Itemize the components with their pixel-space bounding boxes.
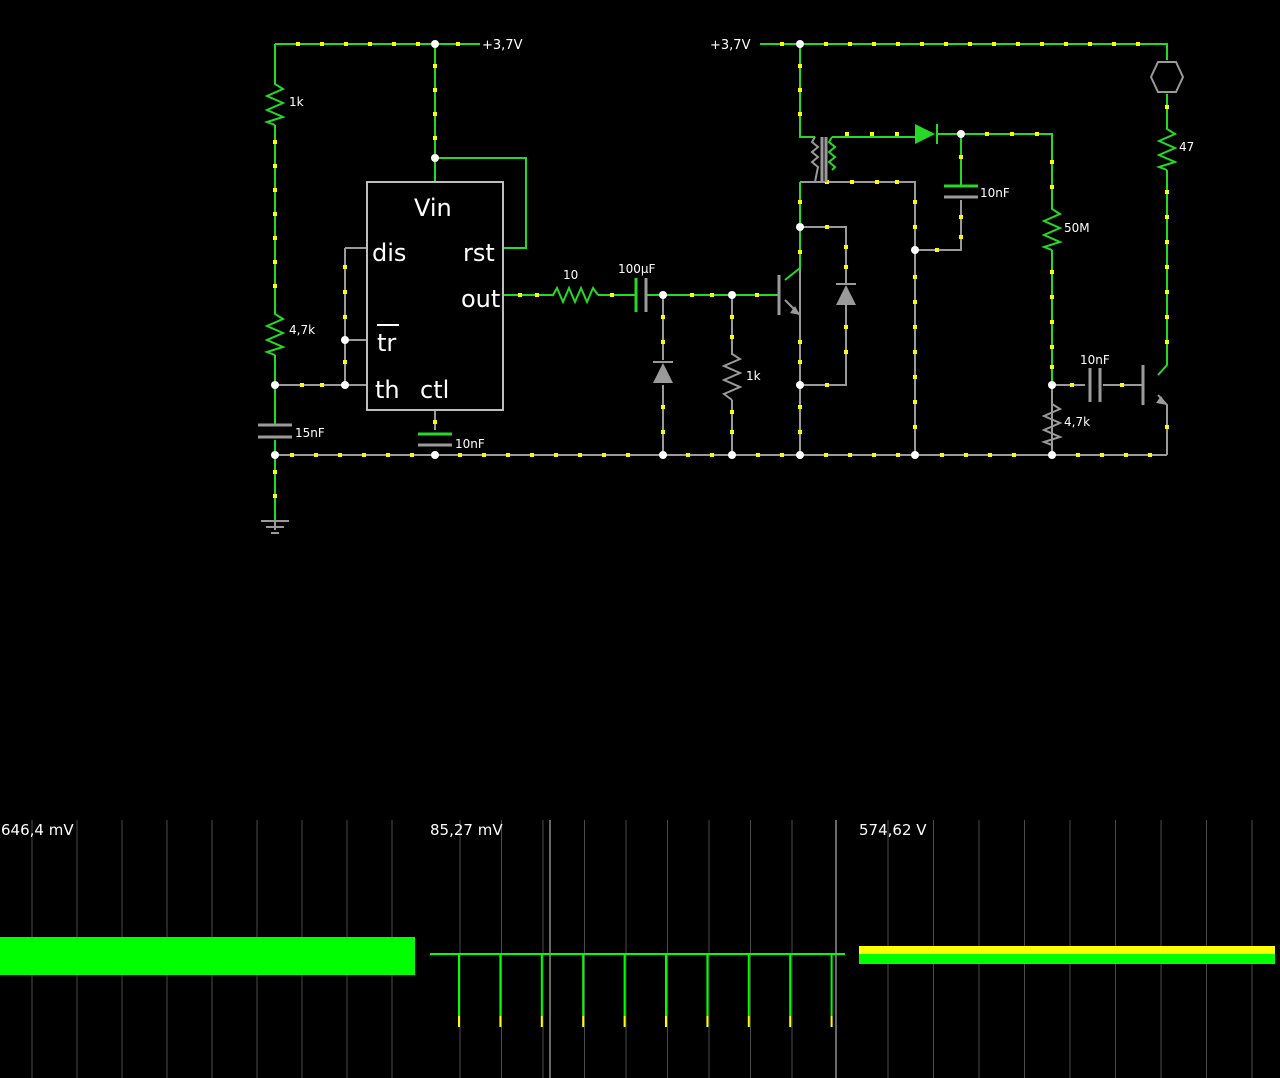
transistor-driver[interactable] bbox=[777, 275, 800, 315]
capacitor-15nf[interactable] bbox=[258, 423, 292, 439]
diode-shunt[interactable] bbox=[653, 361, 673, 383]
transformer[interactable] bbox=[810, 136, 837, 183]
label-supply-left: +3,7V bbox=[482, 38, 523, 53]
diode-clamp[interactable] bbox=[836, 283, 856, 305]
lamp[interactable] bbox=[1149, 61, 1185, 93]
label-r-lamp: 47 bbox=[1179, 140, 1194, 154]
scope-3-value: 574,62 V bbox=[859, 821, 927, 839]
label-r-mid: 4,7k bbox=[289, 323, 315, 337]
label-r-out: 10 bbox=[563, 268, 578, 282]
pin-th: th bbox=[375, 376, 400, 404]
scope-panel[interactable]: 646,4 mV 85,27 mV 574,62 V bbox=[0, 820, 1280, 1078]
label-c-hv: 10nF bbox=[980, 186, 1010, 200]
pin-rst: rst bbox=[463, 239, 495, 267]
circuit-schematic[interactable]: 1k 4,7k 10 1k 50M 47 4,7k 15nF 10nF 100µ… bbox=[0, 0, 1280, 560]
capacitor-10nf-ctl[interactable] bbox=[418, 432, 452, 447]
label-r-base: 1k bbox=[746, 369, 761, 383]
resistor-50m[interactable] bbox=[1040, 205, 1063, 251]
scope-2[interactable]: 85,27 mV bbox=[430, 821, 845, 1027]
pin-vin: Vin bbox=[414, 194, 452, 222]
label-c-ctl: 10nF bbox=[455, 437, 485, 451]
resistor-10-out[interactable] bbox=[550, 285, 599, 305]
label-c-coupling: 100µF bbox=[618, 262, 656, 276]
pin-out: out bbox=[461, 285, 500, 313]
resistor-4-7k-left[interactable] bbox=[263, 310, 286, 356]
label-supply-right: +3,7V bbox=[710, 38, 751, 53]
current-dots bbox=[273, 42, 1169, 498]
label-r-hv: 50M bbox=[1064, 221, 1090, 235]
scope-3-trace-min bbox=[859, 954, 1275, 964]
scope-2-trace bbox=[458, 954, 833, 1027]
pin-dis: dis bbox=[372, 239, 406, 267]
label-c-timing: 15nF bbox=[295, 426, 325, 440]
scope-1[interactable]: 646,4 mV bbox=[0, 821, 415, 975]
diode-hv-rectifier[interactable] bbox=[915, 124, 938, 144]
scope-3[interactable]: 574,62 V bbox=[859, 821, 1275, 964]
label-c-trig: 10nF bbox=[1080, 353, 1110, 367]
scope-1-trace bbox=[0, 937, 415, 975]
wires-active bbox=[274, 43, 1168, 520]
pin-tr: tr bbox=[377, 329, 396, 357]
resistor-1k-base[interactable] bbox=[721, 350, 743, 401]
transistor-trigger[interactable] bbox=[1141, 365, 1167, 405]
resistor-1k-top[interactable] bbox=[263, 80, 286, 126]
scope-2-value: 85,27 mV bbox=[430, 821, 503, 839]
scope-1-value: 646,4 mV bbox=[1, 821, 74, 839]
capacitor-100uf[interactable] bbox=[634, 278, 648, 312]
capacitor-10nf-hv[interactable] bbox=[944, 184, 978, 199]
resistor-47-lamp[interactable] bbox=[1155, 125, 1178, 171]
wires-idle bbox=[274, 181, 1168, 530]
scope-3-trace-max bbox=[859, 946, 1275, 954]
capacitor-10nf-trigger[interactable] bbox=[1088, 368, 1102, 402]
timer-555[interactable]: Vin dis rst out tr th ctl bbox=[366, 181, 504, 411]
label-r-top: 1k bbox=[289, 95, 304, 109]
pin-ctl: ctl bbox=[420, 376, 449, 404]
label-r-trig: 4,7k bbox=[1064, 415, 1090, 429]
